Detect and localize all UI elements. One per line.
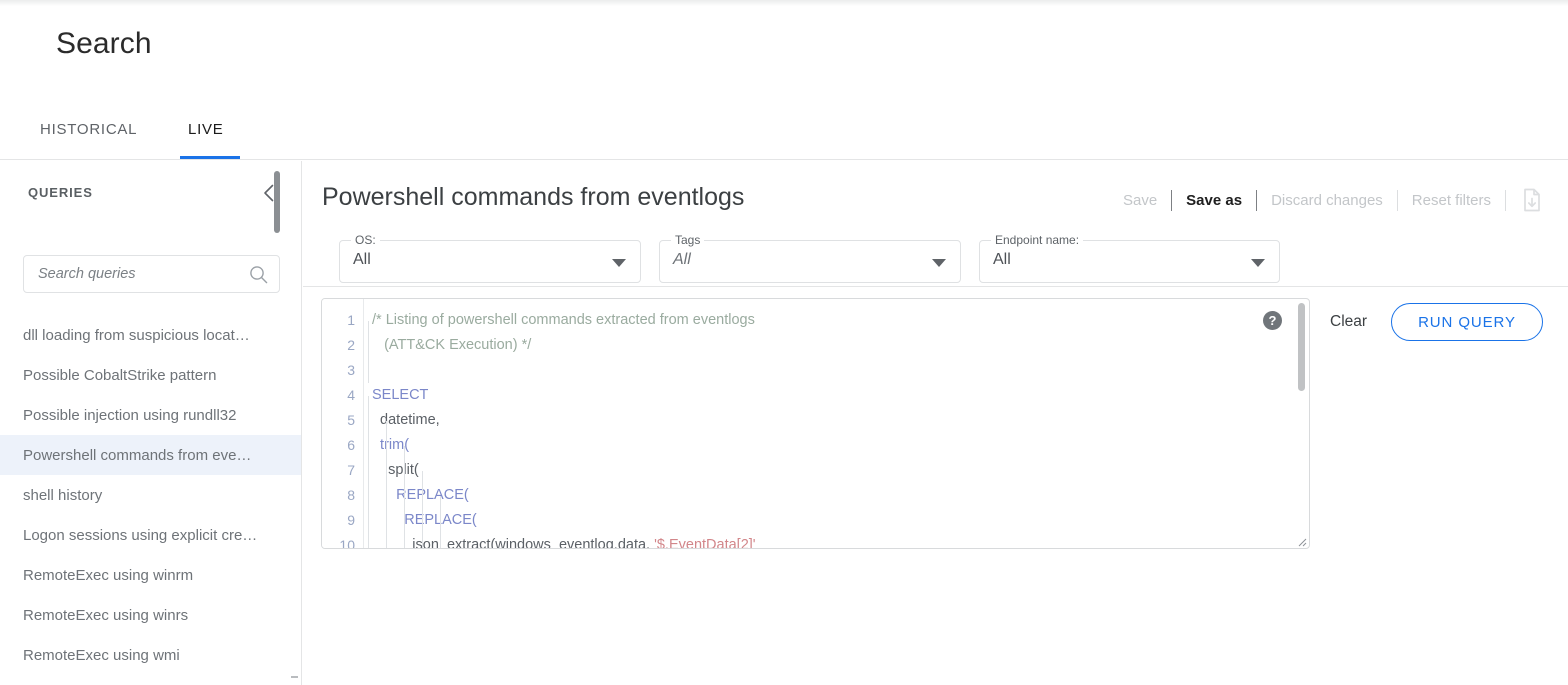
document-download-icon[interactable] [1506,188,1552,212]
line-number: 10 [339,537,355,549]
queries-sidebar: QUERIES dll loading from suspicious loca… [0,161,302,685]
code-line: split( [372,462,419,478]
search-page: Search HISTORICAL LIVE QUERIES Search qu… [0,0,1568,685]
help-circle-icon[interactable]: ? [1263,311,1282,330]
list-item[interactable]: RemoteExec using winrs [0,595,301,635]
code-line: (ATT&CK Execution) */ [372,337,532,353]
save-as-button[interactable]: Save as [1172,192,1256,209]
line-number: 5 [347,412,355,428]
endpoint-name-filter-select[interactable]: Endpoint name: All [979,233,1280,283]
clear-button[interactable]: Clear [1330,313,1367,331]
editor-scrollbar[interactable] [1298,303,1305,391]
line-number: 4 [347,387,355,403]
search-queries-box[interactable] [23,255,280,293]
indent-guide [440,496,441,548]
indent-guide [422,471,423,548]
list-item[interactable]: dll loading from suspicious locat… [0,315,301,355]
query-item-label: RemoteExec using wmi [23,646,180,664]
tab-historical[interactable]: HISTORICAL [40,108,137,159]
list-item-selected[interactable]: Powershell commands from eve… [0,435,301,475]
endpoint-name-filter-value: All [993,251,1011,268]
indent-guide [386,421,387,548]
query-item-label: Possible CobaltStrike pattern [23,366,217,384]
query-detail-panel: Powershell commands from eventlogs Save … [303,161,1568,685]
chevron-down-icon [932,259,946,267]
os-filter-value: All [353,251,371,268]
code-line: datetime, [372,412,440,428]
search-input[interactable] [36,256,241,292]
editor-gutter: 1 2 3 4 5 6 7 8 9 10 [322,299,364,549]
line-number: 6 [347,437,355,453]
list-item[interactable]: RemoteExec using winrm [0,555,301,595]
list-item[interactable]: Possible injection using rundll32 [0,395,301,435]
tags-filter-label: Tags [671,233,705,247]
filters-row: OS: All Tags All Endpoint name: All [303,232,1568,287]
chevron-down-icon [612,259,626,267]
query-item-label: RemoteExec using winrs [23,606,189,624]
sidebar-scroll-indicator [291,676,298,678]
run-query-button[interactable]: RUN QUERY [1391,303,1543,341]
svg-text:?: ? [1269,313,1277,328]
active-tab-indicator [180,156,240,159]
tab-live[interactable]: LIVE [188,108,224,159]
save-button[interactable]: Save [1109,192,1171,209]
tags-filter-value: All [673,251,691,268]
query-item-label: Logon sessions using explicit cre… [23,526,258,544]
discard-changes-button[interactable]: Discard changes [1257,192,1397,209]
indent-guide [404,446,405,548]
line-number: 7 [347,462,355,478]
query-title: Powershell commands from eventlogs [322,183,745,211]
query-actions-toolbar: Save Save as Discard changes Reset filte… [1109,187,1552,213]
list-item[interactable]: Possible CobaltStrike pattern [0,355,301,395]
tab-historical-label: HISTORICAL [40,121,138,138]
list-item[interactable]: shell history [0,475,301,515]
os-filter-select[interactable]: OS: All [339,233,641,283]
line-number: 9 [347,512,355,528]
query-item-label: Powershell commands from eve… [23,446,252,464]
sidebar-heading: QUERIES [28,185,93,200]
line-number: 2 [347,337,355,353]
tab-live-label: LIVE [188,121,224,138]
code-line: json_extract(windows_eventlog.data, '$.E… [372,537,756,549]
editor-code-area[interactable]: /* Listing of powershell commands extrac… [364,299,1309,549]
query-item-label: RemoteExec using winrm [23,566,194,584]
query-item-label: Possible injection using rundll32 [23,406,237,424]
chevron-down-icon [1251,259,1265,267]
os-filter-label: OS: [351,233,380,247]
page-title: Search [56,27,152,60]
reset-filters-button[interactable]: Reset filters [1398,192,1505,209]
sql-editor[interactable]: 1 2 3 4 5 6 7 8 9 10 /* Listing of powershell com… [321,298,1310,549]
list-item[interactable]: RemoteExec using wmi [0,635,301,675]
query-item-label: shell history [23,486,103,504]
query-list-scrollbar[interactable] [274,171,280,233]
search-icon [249,265,268,284]
code-line: /* Listing of powershell commands extrac… [372,312,755,328]
list-item[interactable]: Logon sessions using explicit cre… [0,515,301,555]
window-top-edge [0,0,1568,6]
tags-filter-select[interactable]: Tags All [659,233,961,283]
code-line: REPLACE( [372,512,477,528]
line-number: 3 [347,362,355,378]
line-number: 8 [347,487,355,503]
line-number: 1 [347,312,355,328]
endpoint-name-filter-label: Endpoint name: [991,233,1084,247]
indent-guide [368,396,369,548]
query-list[interactable]: dll loading from suspicious locat… Possi… [0,315,301,685]
tab-bar: HISTORICAL LIVE [0,108,1568,160]
indent-guide [368,321,369,383]
editor-resize-handle[interactable] [1295,534,1307,547]
query-item-label: dll loading from suspicious locat… [23,326,250,344]
code-line: SELECT [372,387,429,403]
